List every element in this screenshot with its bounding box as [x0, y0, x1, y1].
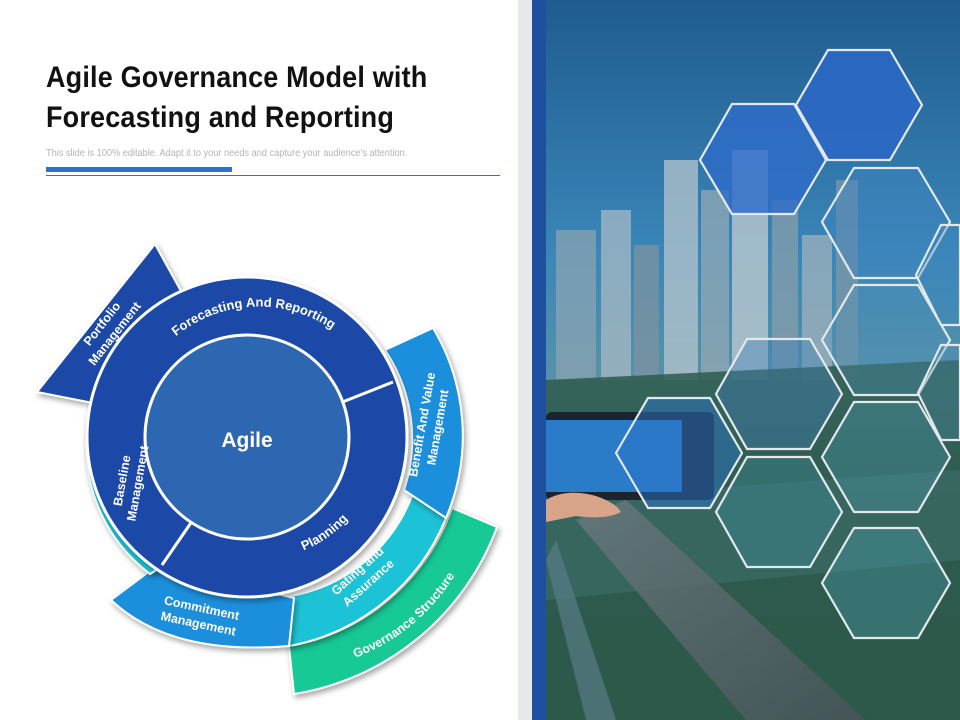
photo-illustration [546, 0, 960, 720]
title-underline [46, 175, 500, 176]
slide-left-panel: Agile Governance Model with Forecasting … [0, 0, 518, 720]
slide-subtitle: This slide is 100% editable. Adapt it to… [46, 148, 408, 159]
divider-blue-strip [532, 0, 546, 720]
divider-gray-strip [518, 0, 532, 720]
agile-governance-diagram: Agile Forecasting And Reporting Planning… [35, 242, 499, 696]
title-underline-accent [46, 167, 232, 172]
city-hexagon-photo [546, 0, 960, 720]
title-line-1: Agile Governance Model with [46, 61, 428, 94]
center-label: Agile [221, 429, 272, 452]
title-line-2: Forecasting and Reporting [46, 101, 395, 134]
slide-title: Agile Governance Model with Forecasting … [46, 58, 460, 138]
